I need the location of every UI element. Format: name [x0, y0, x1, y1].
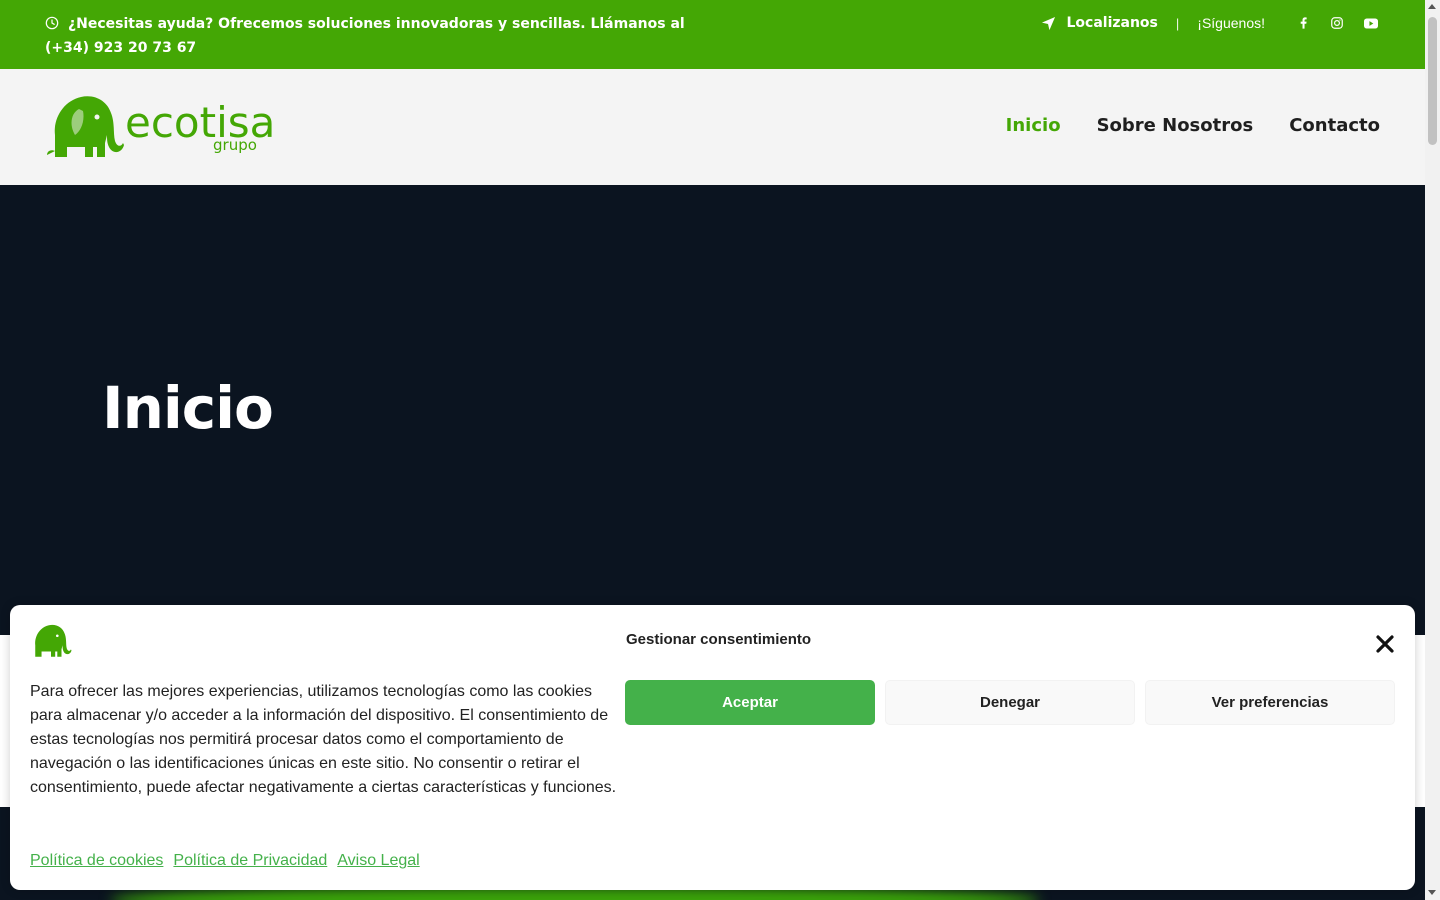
topbar-separator: |: [1175, 15, 1180, 31]
logo-subtitle: grupo: [213, 136, 257, 154]
topbar-right: Localizanos | ¡Síguenos!: [1041, 12, 1381, 34]
close-icon[interactable]: [1373, 632, 1397, 656]
clock-icon: [45, 16, 59, 30]
youtube-icon[interactable]: [1361, 13, 1381, 33]
elephant-logo-icon: [47, 96, 124, 157]
scrollbar-thumb[interactable]: [1428, 17, 1437, 145]
nav-contacto[interactable]: Contacto: [1289, 113, 1380, 139]
help-message: ¿Necesitas ayuda? Ofrecemos soluciones i…: [45, 12, 705, 60]
location-arrow-icon: [1042, 16, 1056, 30]
privacy-policy-link[interactable]: Política de Privacidad: [173, 849, 327, 873]
top-bar: ¿Necesitas ayuda? Ofrecemos soluciones i…: [0, 0, 1425, 69]
legal-notice-link[interactable]: Aviso Legal: [337, 849, 419, 873]
locate-link[interactable]: Localizanos: [1041, 15, 1158, 31]
consent-links: Política de cookies Política de Privacid…: [30, 849, 420, 873]
nav-inicio[interactable]: Inicio: [1006, 113, 1061, 139]
elephant-logo-icon: [35, 624, 72, 657]
cookie-policy-link[interactable]: Política de cookies: [30, 849, 163, 873]
main-nav: Inicio Sobre Nosotros Contacto: [1006, 113, 1380, 139]
consent-title: Gestionar consentimiento: [626, 631, 812, 648]
follow-label: ¡Síguenos!: [1197, 15, 1265, 31]
hero-title: Inicio: [102, 374, 274, 442]
hero-section: Inicio: [0, 185, 1425, 635]
scroll-up-arrow-icon[interactable]: [1428, 4, 1436, 9]
consent-message: Para ofrecer las mejores experiencias, u…: [30, 683, 617, 796]
deny-button[interactable]: Denegar: [885, 680, 1135, 725]
nav-sobre-nosotros[interactable]: Sobre Nosotros: [1097, 113, 1254, 139]
page-scrollbar[interactable]: [1425, 0, 1440, 900]
cookie-consent-dialog: Gestionar consentimiento Para ofrecer la…: [10, 605, 1415, 890]
scroll-down-arrow-icon[interactable]: [1428, 890, 1436, 895]
site-logo[interactable]: ecotisa grupo: [45, 95, 275, 159]
instagram-icon[interactable]: [1327, 13, 1347, 33]
preferences-button[interactable]: Ver preferencias: [1145, 680, 1395, 725]
facebook-icon[interactable]: [1293, 13, 1313, 33]
site-header: ecotisa grupo Inicio Sobre Nosotros Cont…: [0, 69, 1425, 185]
locate-label: Localizanos: [1066, 15, 1158, 31]
help-text: ¿Necesitas ayuda? Ofrecemos soluciones i…: [45, 16, 685, 56]
accept-button[interactable]: Aceptar: [625, 680, 875, 725]
